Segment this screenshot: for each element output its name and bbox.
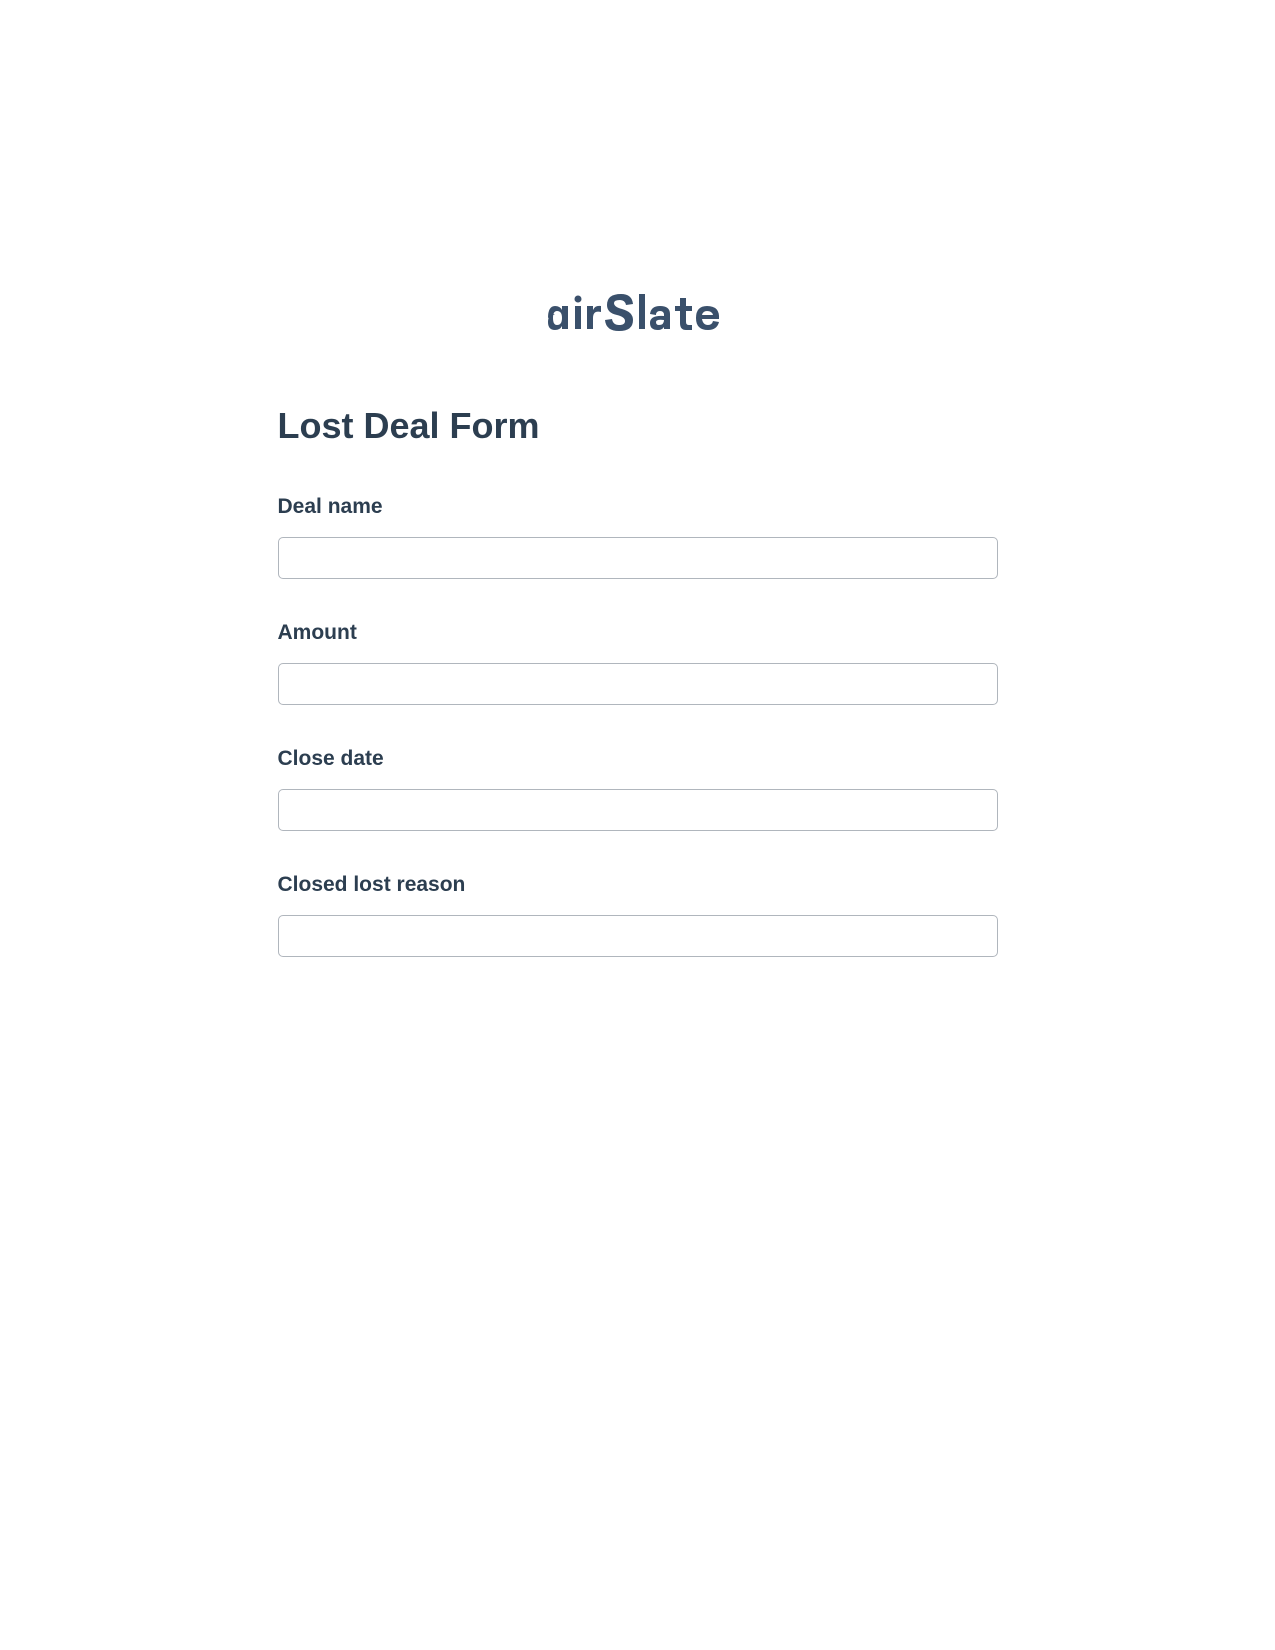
field-group-close-date: Close date bbox=[278, 747, 998, 831]
input-amount[interactable] bbox=[278, 663, 998, 705]
form-container: Lost Deal Form Deal name Amount Close da… bbox=[278, 405, 998, 957]
form-title: Lost Deal Form bbox=[278, 405, 998, 447]
input-deal-name[interactable] bbox=[278, 537, 998, 579]
label-deal-name: Deal name bbox=[278, 495, 998, 519]
field-group-deal-name: Deal name bbox=[278, 495, 998, 579]
field-group-closed-lost-reason: Closed lost reason bbox=[278, 873, 998, 957]
airslate-logo bbox=[543, 290, 733, 345]
page: Lost Deal Form Deal name Amount Close da… bbox=[0, 0, 1275, 1650]
input-closed-lost-reason[interactable] bbox=[278, 915, 998, 957]
field-group-amount: Amount bbox=[278, 621, 998, 705]
input-close-date[interactable] bbox=[278, 789, 998, 831]
label-amount: Amount bbox=[278, 621, 998, 645]
label-close-date: Close date bbox=[278, 747, 998, 771]
label-closed-lost-reason: Closed lost reason bbox=[278, 873, 998, 897]
logo-container bbox=[0, 290, 1275, 345]
